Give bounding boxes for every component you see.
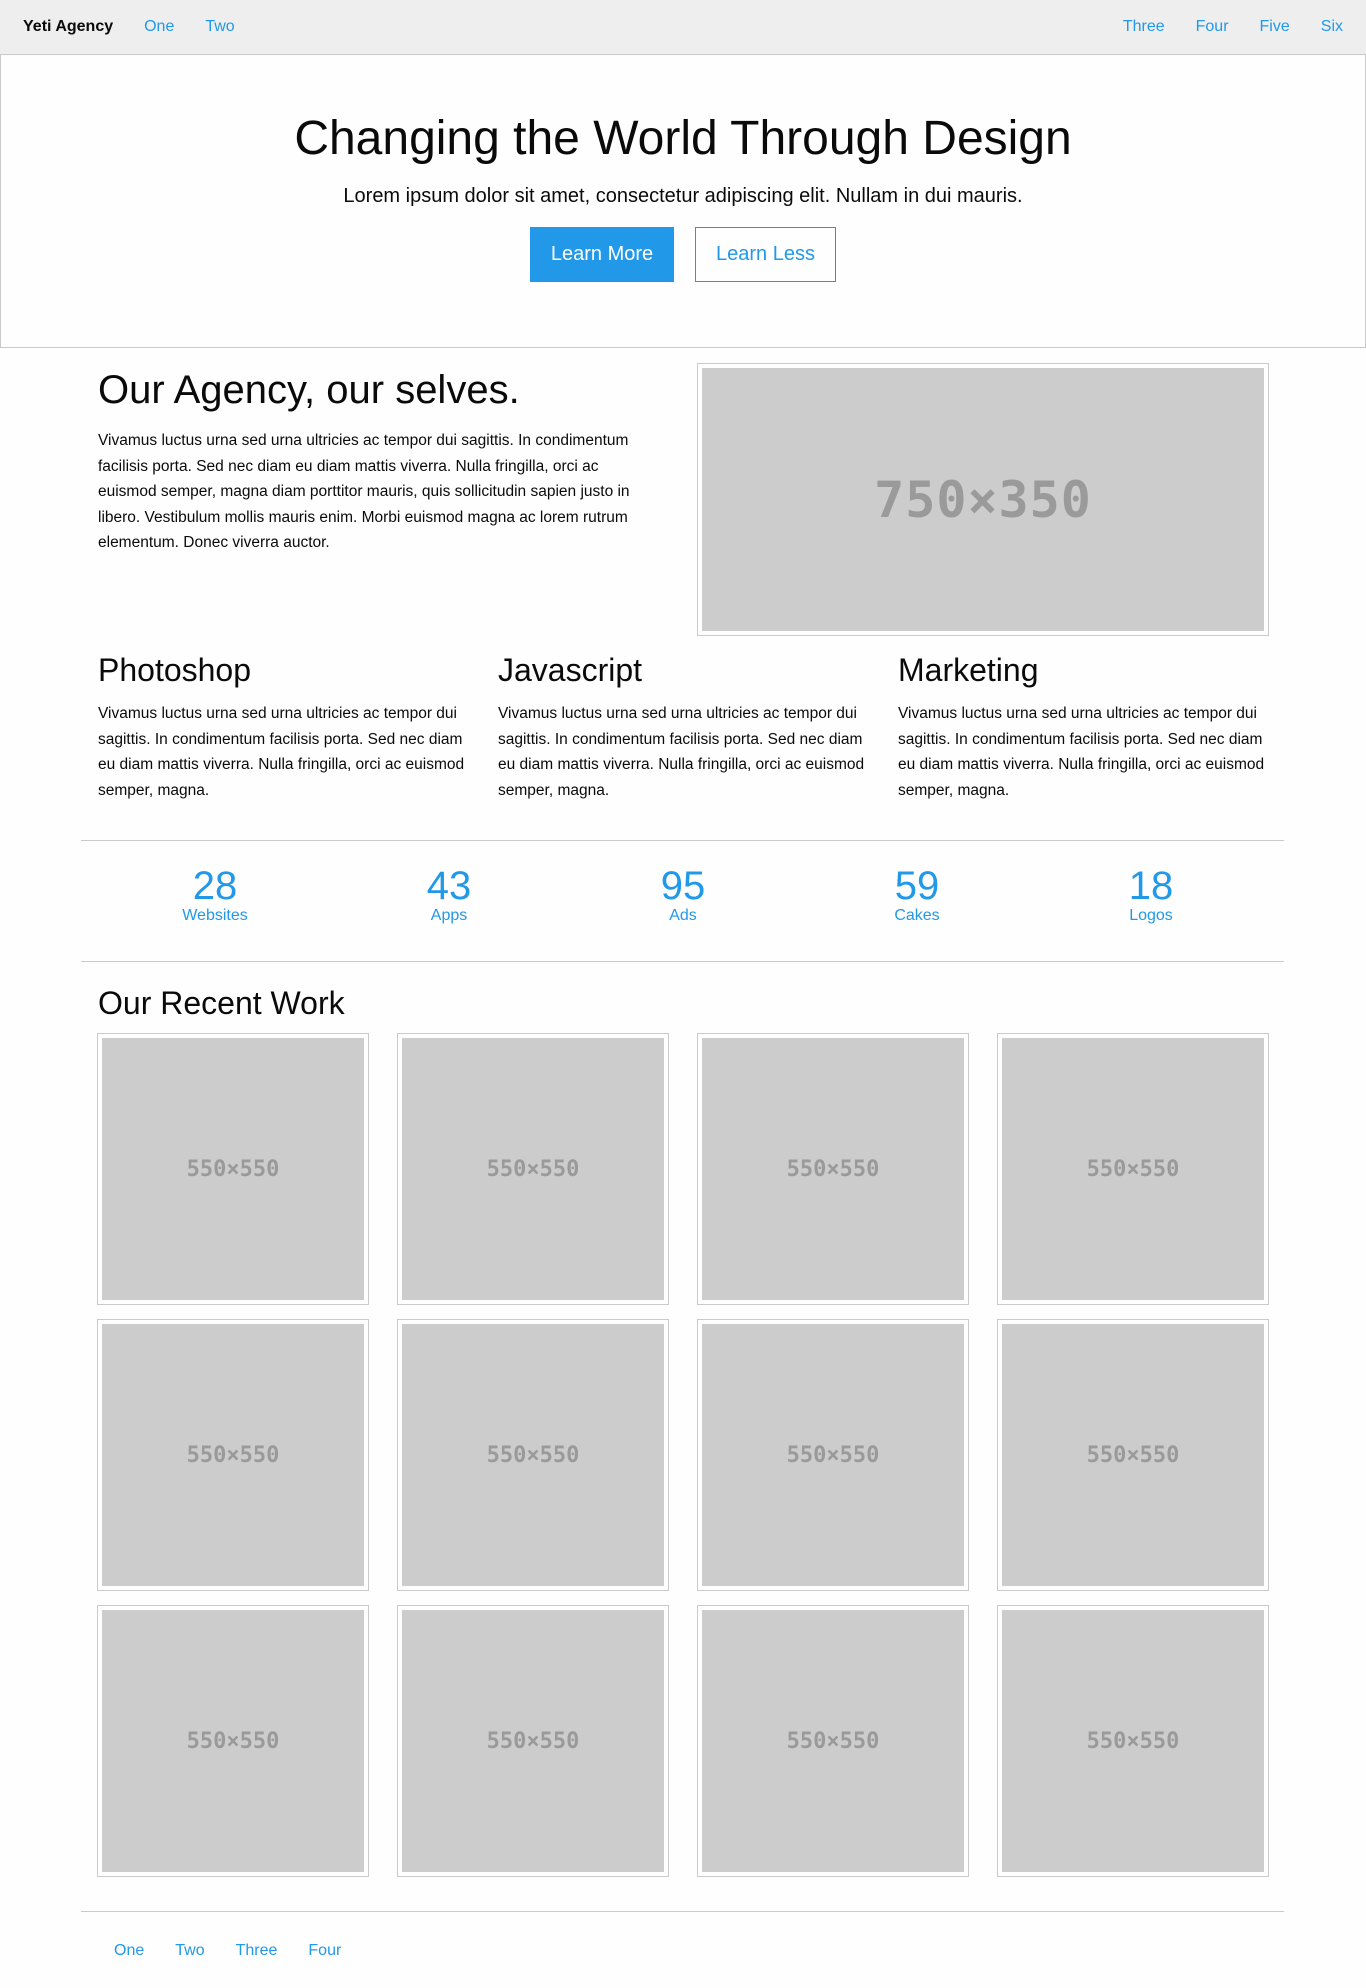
work-thumbnail[interactable]: 550×550	[997, 1319, 1269, 1591]
stat-label: Ads	[669, 907, 697, 924]
work-thumbnail-placeholder: 550×550	[1002, 1610, 1264, 1872]
stat-ads: 95 Ads	[583, 866, 783, 926]
stat-value: 43	[426, 864, 472, 908]
stat-apps: 43 Apps	[349, 866, 549, 926]
work-thumbnail-placeholder: 550×550	[102, 1038, 364, 1300]
stats-top-divider	[81, 840, 1284, 841]
work-thumbnail-placeholder: 550×550	[1002, 1324, 1264, 1586]
service-title: Javascript	[498, 652, 643, 688]
stat-value: 18	[1128, 864, 1174, 908]
nav-link-two[interactable]: Two	[205, 18, 234, 36]
nav-link-three[interactable]: Three	[1123, 18, 1165, 36]
learn-more-button[interactable]: Learn More	[530, 227, 674, 282]
stat-value: 59	[894, 864, 940, 908]
work-thumbnail-placeholder: 550×550	[702, 1038, 964, 1300]
top-bar: Yeti Agency One Two Three Four Five Six	[0, 0, 1366, 54]
footer-nav: One Two Three Four	[114, 1942, 372, 1960]
agency-image: 750×350	[697, 363, 1269, 636]
top-bar-right: Three Four Five Six	[1092, 18, 1343, 36]
stat-label: Logos	[1129, 907, 1173, 924]
work-thumbnail[interactable]: 550×550	[997, 1605, 1269, 1877]
nav-link-four[interactable]: Four	[1196, 18, 1229, 36]
top-bar-left: Yeti Agency One Two	[23, 18, 266, 36]
service-javascript: Javascript Vivamus luctus urna sed urna …	[498, 652, 868, 803]
nav-link-five[interactable]: Five	[1260, 18, 1290, 36]
work-thumbnail[interactable]: 550×550	[697, 1033, 969, 1305]
service-title: Marketing	[898, 652, 1039, 688]
recent-work-title: Our Recent Work	[98, 985, 345, 1021]
work-thumbnail-placeholder: 550×550	[702, 1324, 964, 1586]
learn-less-button[interactable]: Learn Less	[695, 227, 836, 282]
service-photoshop: Photoshop Vivamus luctus urna sed urna u…	[98, 652, 468, 803]
stat-logos: 18 Logos	[1051, 866, 1251, 926]
work-thumbnail[interactable]: 550×550	[397, 1605, 669, 1877]
stat-value: 95	[660, 864, 706, 908]
work-thumbnail-placeholder: 550×550	[102, 1610, 364, 1872]
nav-link-one[interactable]: One	[144, 18, 174, 36]
nav-link-six[interactable]: Six	[1321, 18, 1343, 36]
service-text: Vivamus luctus urna sed urna ultricies a…	[498, 705, 865, 799]
work-thumbnail-placeholder: 550×550	[102, 1324, 364, 1586]
service-marketing: Marketing Vivamus luctus urna sed urna u…	[898, 652, 1268, 803]
stats-bottom-divider	[81, 961, 1284, 962]
hero-section: Changing the World Through Design Lorem …	[0, 54, 1366, 348]
footer-link-two[interactable]: Two	[175, 1942, 204, 1960]
work-thumbnail[interactable]: 550×550	[97, 1319, 369, 1591]
service-text: Vivamus luctus urna sed urna ultricies a…	[98, 705, 465, 799]
work-thumbnail[interactable]: 550×550	[97, 1033, 369, 1305]
hero-subtitle: Lorem ipsum dolor sit amet, consectetur …	[343, 185, 1023, 207]
work-thumbnail[interactable]: 550×550	[97, 1605, 369, 1877]
work-thumbnail-placeholder: 550×550	[1002, 1038, 1264, 1300]
agency-text: Vivamus luctus urna sed urna ultricies a…	[98, 432, 630, 552]
stat-label: Apps	[430, 907, 468, 924]
work-thumbnail[interactable]: 550×550	[997, 1033, 1269, 1305]
work-thumbnail[interactable]: 550×550	[697, 1605, 969, 1877]
agency-image-placeholder: 750×350	[702, 368, 1264, 631]
hero-title: Changing the World Through Design	[294, 112, 1072, 165]
footer-link-four[interactable]: Four	[308, 1942, 341, 1960]
footer-divider	[81, 1911, 1284, 1912]
stat-label: Cakes	[894, 907, 940, 924]
service-title: Photoshop	[98, 652, 252, 688]
stat-value: 28	[192, 864, 238, 908]
stat-websites: 28 Websites	[115, 866, 315, 926]
footer-link-three[interactable]: Three	[236, 1942, 278, 1960]
agency-title: Our Agency, our selves.	[98, 368, 520, 412]
work-thumbnail[interactable]: 550×550	[397, 1319, 669, 1591]
work-thumbnail[interactable]: 550×550	[397, 1033, 669, 1305]
hero-buttons: Learn More Learn Less	[1, 227, 1365, 282]
work-thumbnail[interactable]: 550×550	[697, 1319, 969, 1591]
stat-cakes: 59 Cakes	[817, 866, 1017, 926]
work-thumbnail-placeholder: 550×550	[402, 1324, 664, 1586]
work-thumbnail-placeholder: 550×550	[402, 1038, 664, 1300]
brand-logo[interactable]: Yeti Agency	[23, 18, 113, 36]
work-thumbnail-placeholder: 550×550	[702, 1610, 964, 1872]
footer-link-one[interactable]: One	[114, 1942, 144, 1960]
service-text: Vivamus luctus urna sed urna ultricies a…	[898, 705, 1265, 799]
stat-label: Websites	[182, 907, 248, 924]
work-thumbnail-placeholder: 550×550	[402, 1610, 664, 1872]
